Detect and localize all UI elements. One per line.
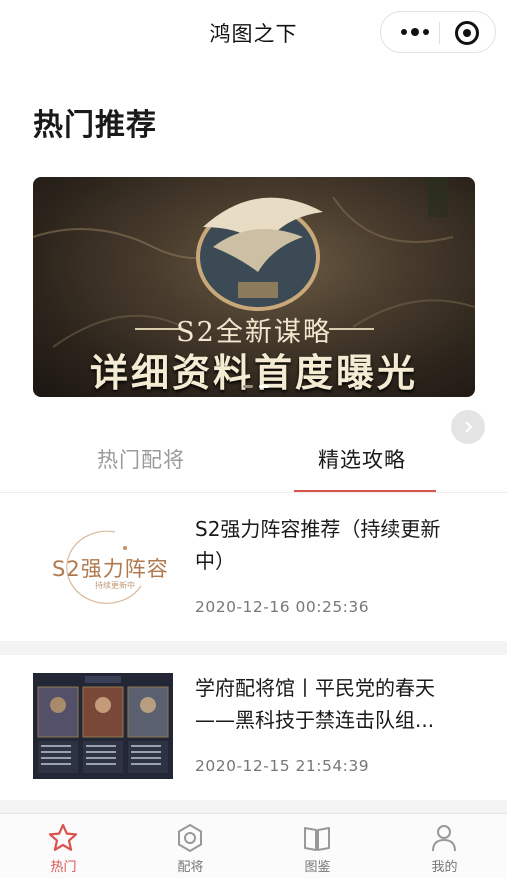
tabbar-label: 配将 [177,860,204,875]
article-date: 2020-12-16 00:25:36 [195,598,370,616]
game-emblem [196,197,323,311]
capsule-divider [439,22,440,44]
book-icon [304,827,330,851]
tabbar-label: 我的 [431,860,458,875]
tabbar-label: 图鉴 [304,860,331,875]
close-program-icon[interactable] [455,21,479,45]
article-title[interactable]: 学府配将馆丨平民党的春天——黑科技于禁连击队组... [195,672,470,736]
section-title: 热门推荐 [33,108,157,143]
tabbar-item-hot[interactable]: 热门 [0,814,127,879]
hexagon-icon [178,823,202,853]
tabbar-item-profile[interactable]: 我的 [381,814,507,879]
person-icon [432,825,456,852]
bottom-tab-bar: 热门 配将 图鉴 我的 [0,813,507,878]
tabbar-label: 热门 [50,860,77,875]
tabbar-item-codex[interactable]: 图鉴 [254,814,381,879]
thumbnail-title: S2强力阵容 [52,557,169,581]
tabbar-item-generals[interactable]: 配将 [127,814,254,879]
carousel-indicator [243,385,269,388]
tab-featured-guides[interactable]: 精选攻略 [318,444,406,474]
mini-program-capsule [380,11,496,53]
decor-line [329,328,374,330]
article-date: 2020-12-15 21:54:39 [195,757,370,775]
section-gap [0,800,507,814]
star-icon [48,823,78,851]
carousel-dot-active[interactable] [259,385,269,388]
carousel-dot[interactable] [243,385,253,388]
article-card[interactable]: 学府配将馆丨平民党的春天——黑科技于禁连击队组... 2020-12-15 21… [0,655,507,800]
navigation-bar: 鸿图之下 [0,0,507,62]
article-title[interactable]: S2强力阵容推荐（持续更新中） [195,513,470,577]
thumbnail-subtitle: 持续更新中 [95,581,135,590]
banner-carousel[interactable]: S2全新谋略 详细资料首度曝光 [33,177,475,397]
more-menu-icon[interactable] [393,12,437,52]
banner-headline: 详细资料首度曝光 [89,350,418,395]
article-thumbnail [33,673,173,779]
article-card[interactable]: S2强力阵容 持续更新中 S2强力阵容推荐（持续更新中） 2020-12-16 … [0,493,507,641]
thumbnail-generals-image [33,673,173,779]
article-thumbnail: S2强力阵容 持续更新中 [33,519,173,625]
tab-hot-generals[interactable]: 热门配将 [97,444,185,474]
section-gap [0,641,507,655]
content-tabs: 热门配将 精选攻略 [0,438,507,493]
